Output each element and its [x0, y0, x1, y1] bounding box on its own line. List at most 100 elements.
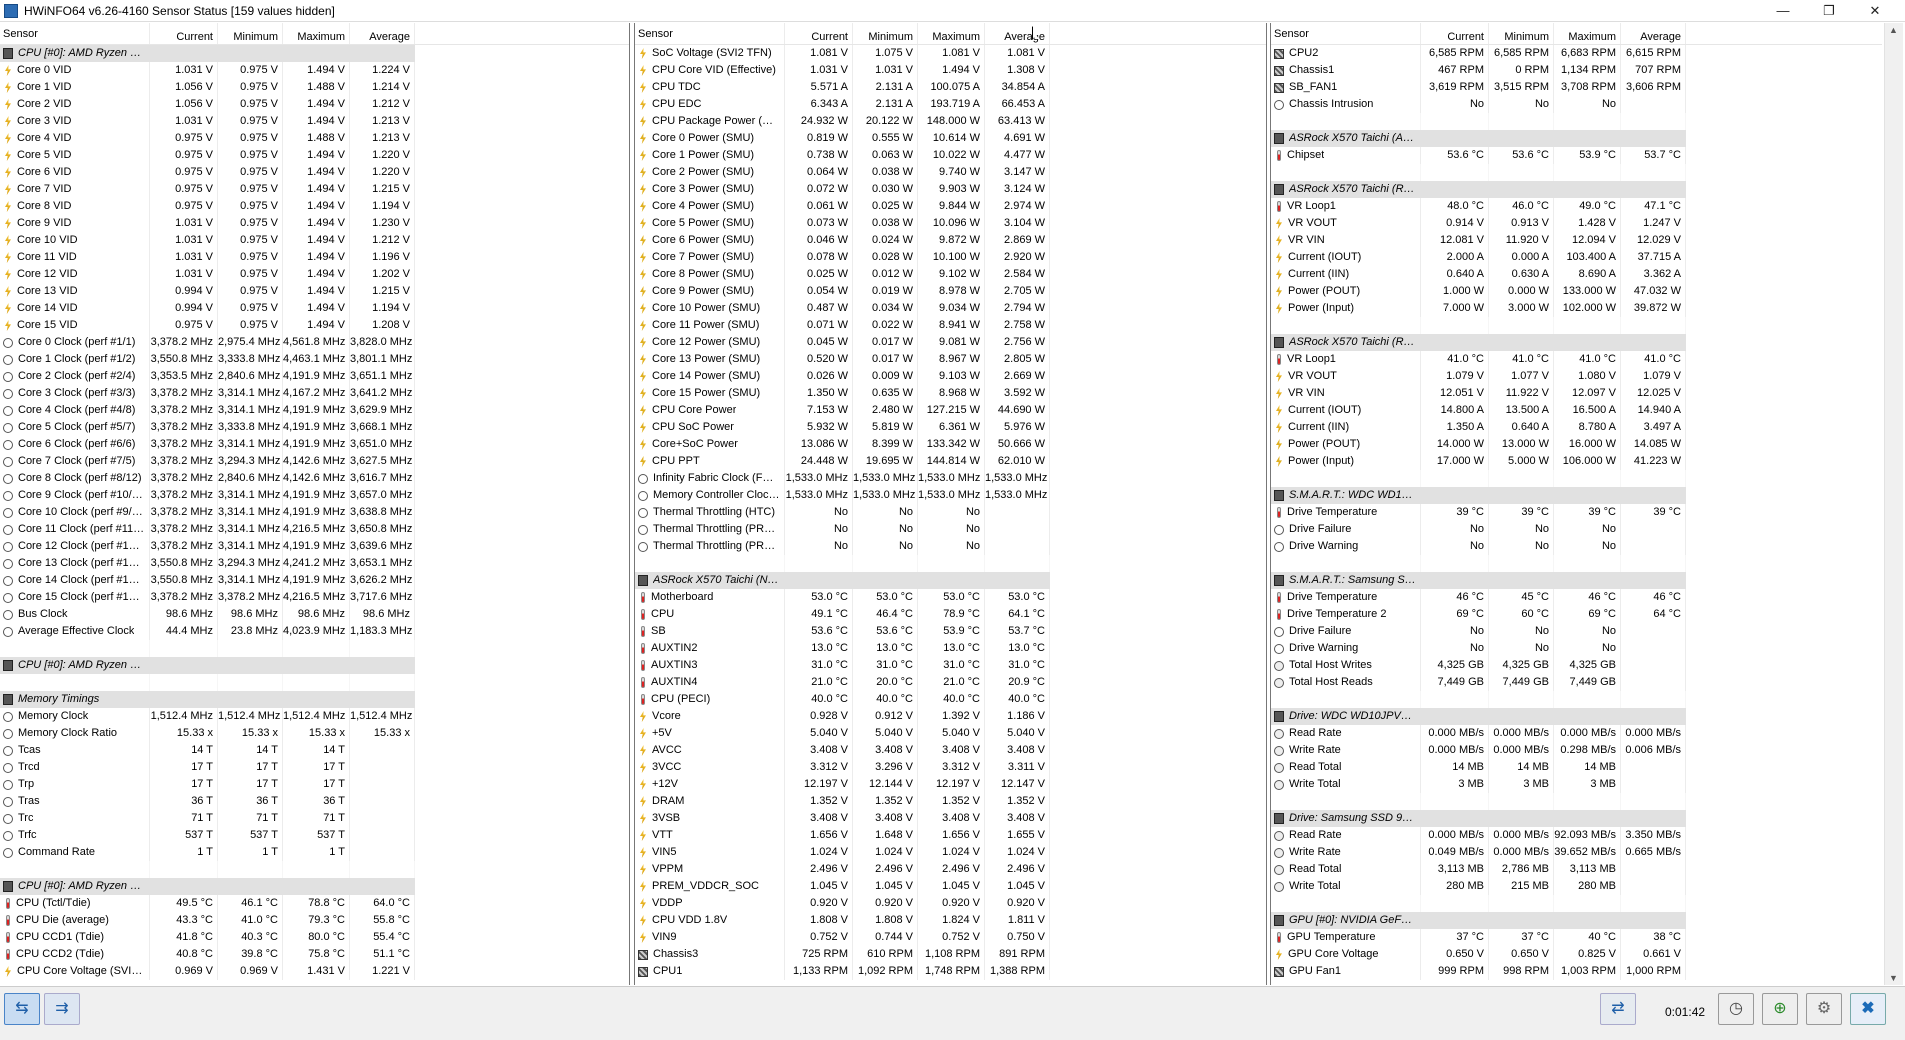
- sensor-row[interactable]: Core 2 Clock (perf #2/4) 3,353.5 MHz 2,840…: [0, 368, 629, 385]
- sensor-row[interactable]: GPU Fan1 999 RPM 998 RPM 1,003 RPM 1,000 RPM: [1271, 963, 1882, 980]
- sensor-row[interactable]: CPU Core Power 7.153 W 2.480 W 127.215 W 44.…: [635, 402, 1266, 419]
- sensor-row[interactable]: Current (IIN) 0.640 A 0.630 A 8.690 A 3.362 …: [1271, 266, 1882, 283]
- sensor-row[interactable]: Thermal Throttling (PROCHOT...NoNoNo: [635, 521, 1266, 538]
- column-header-sensor[interactable]: Sensor: [1271, 23, 1421, 44]
- sensor-row[interactable]: Core 7 Power (SMU) 0.078 W 0.028 W 10.100 W…: [635, 249, 1266, 266]
- sensor-group-header[interactable]: CPU [#0]: AMD Ryzen 9 3950...: [0, 878, 629, 895]
- sensor-row[interactable]: VR Loop1 41.0 °C 41.0 °C 41.0 °C 41.0 °C: [1271, 351, 1882, 368]
- sensor-row[interactable]: GPU Temperature 37 °C 37 °C 40 °C 38 °C: [1271, 929, 1882, 946]
- sensor-row[interactable]: CPU SoC Power 5.932 W 5.819 W 6.361 W 5.976 …: [635, 419, 1266, 436]
- sensor-row[interactable]: CPU TDC 5.571 A 2.131 A 100.075 A 34.854 A: [635, 79, 1266, 96]
- sensor-row[interactable]: SB_FAN1 3,619 RPM 3,515 RPM 3,708 RPM 3,606 …: [1271, 79, 1882, 96]
- sensor-row[interactable]: Core 15 Clock (perf #15/13) 3,378.2 MHz 3,…: [0, 589, 629, 606]
- sensor-row[interactable]: VR VOUT 1.079 V 1.077 V 1.080 V 1.079 V: [1271, 368, 1882, 385]
- sensor-row[interactable]: Core 7 VID 0.975 V 0.975 V 1.494 V 1.215 V: [0, 181, 629, 198]
- sensor-row[interactable]: Power (Input) 7.000 W 3.000 W 102.000 W 39.8…: [1271, 300, 1882, 317]
- sensor-row[interactable]: Core 10 Power (SMU) 0.487 W 0.034 W 9.034 W…: [635, 300, 1266, 317]
- sensor-row[interactable]: Core 14 Power (SMU) 0.026 W 0.009 W 9.103 W…: [635, 368, 1266, 385]
- sensor-row[interactable]: Core 13 Clock (perf #12/10) 3,550.8 MHz 3,…: [0, 555, 629, 572]
- sensor-row[interactable]: Core 4 Power (SMU) 0.061 W 0.025 W 9.844 W2…: [635, 198, 1266, 215]
- sensor-row[interactable]: Read Total 3,113 MB 2,786 MB 3,113 MB: [1271, 861, 1882, 878]
- sensor-row[interactable]: Core 11 Power (SMU) 0.071 W 0.022 W 8.941 W…: [635, 317, 1266, 334]
- sensor-row[interactable]: Chassis1 467 RPM 0 RPM 1,134 RPM 707 RPM: [1271, 62, 1882, 79]
- column-header-sensor[interactable]: Sensor: [0, 23, 150, 44]
- sensor-row[interactable]: Tras 36 T 36 T 36 T: [0, 793, 629, 810]
- sensor-row[interactable]: Core 11 VID 1.031 V 0.975 V 1.494 V 1.196 V: [0, 249, 629, 266]
- sensor-row[interactable]: Core 2 Power (SMU) 0.064 W 0.038 W 9.740 W3…: [635, 164, 1266, 181]
- sensor-row[interactable]: Bus Clock 98.6 MHz 98.6 MHz 98.6 MHz 98.6 MH…: [0, 606, 629, 623]
- sensor-row[interactable]: Chipset 53.6 °C 53.6 °C 53.9 °C 53.7 °C: [1271, 147, 1882, 164]
- sensor-row[interactable]: Core 14 Clock (perf #13/9) 3,550.8 MHz 3,3…: [0, 572, 629, 589]
- sensor-row[interactable]: Motherboard 53.0 °C 53.0 °C 53.0 °C 53.0 °C: [635, 589, 1266, 606]
- sensor-row[interactable]: Drive Failure No No No: [1271, 521, 1882, 538]
- network-sensors-button[interactable]: ⇄: [1600, 993, 1636, 1025]
- sensor-row[interactable]: CPU2 6,585 RPM 6,585 RPM 6,683 RPM 6,615 RPM: [1271, 45, 1882, 62]
- sensor-row[interactable]: Read Rate 0.000 MB/s 0.000 MB/s 0.000 MB/s 0…: [1271, 725, 1882, 742]
- sensor-row[interactable]: Core 0 Power (SMU) 0.819 W 0.555 W 10.614 W…: [635, 130, 1266, 147]
- sensor-row[interactable]: Thermal Throttling (PROCHOT...NoNoNo: [635, 538, 1266, 555]
- sensor-row[interactable]: Power (POUT) 14.000 W 13.000 W 16.000 W 14.0…: [1271, 436, 1882, 453]
- sensor-row[interactable]: Infinity Fabric Clock (FCLK) 1,533.0 MHz 1…: [635, 470, 1266, 487]
- sensor-row[interactable]: Power (POUT) 1.000 W 0.000 W 133.000 W 47.03…: [1271, 283, 1882, 300]
- sensor-row[interactable]: VR VOUT 0.914 V 0.913 V 1.428 V 1.247 V: [1271, 215, 1882, 232]
- sensor-row[interactable]: Drive Warning No No No: [1271, 538, 1882, 555]
- sensor-row[interactable]: SB 53.6 °C 53.6 °C 53.9 °C 53.7 °C: [635, 623, 1266, 640]
- sensor-row[interactable]: Core 10 Clock (perf #9/11) 3,378.2 MHz 3,3…: [0, 504, 629, 521]
- sensor-row[interactable]: AVCC 3.408 V 3.408 V 3.408 V 3.408 V: [635, 742, 1266, 759]
- sensor-row[interactable]: Command Rate 1 T1 T1 T: [0, 844, 629, 861]
- sensor-row[interactable]: DRAM 1.352 V 1.352 V 1.352 V 1.352 V: [635, 793, 1266, 810]
- sensor-row[interactable]: SoC Voltage (SVI2 TFN) 1.081 V 1.075 V 1.08…: [635, 45, 1266, 62]
- sensor-group-header[interactable]: Drive: WDC WD10JPVX-08JC3...: [1271, 708, 1882, 725]
- sensor-row[interactable]: Core 14 VID 0.994 V 0.975 V 1.494 V 1.194 V: [0, 300, 629, 317]
- settings-button[interactable]: ⚙: [1806, 993, 1842, 1025]
- sensor-row[interactable]: Core 5 Power (SMU) 0.073 W 0.038 W 10.096 W…: [635, 215, 1266, 232]
- sensor-row[interactable]: Core 11 Clock (perf #11/15) 3,378.2 MHz 3,…: [0, 521, 629, 538]
- sensor-row[interactable]: Read Total 14 MB 14 MB 14 MB: [1271, 759, 1882, 776]
- sensor-row[interactable]: VIN5 1.024 V 1.024 V 1.024 V 1.024 V: [635, 844, 1266, 861]
- reset-clock-button[interactable]: ◷: [1718, 993, 1754, 1025]
- sensor-row[interactable]: AUXTIN2 13.0 °C 13.0 °C 13.0 °C 13.0 °C: [635, 640, 1266, 657]
- sensor-row[interactable]: VTT 1.656 V 1.648 V 1.656 V 1.655 V: [635, 827, 1266, 844]
- sensor-row[interactable]: PREM_VDDCR_SOC 1.045 V 1.045 V 1.045 V 1.045…: [635, 878, 1266, 895]
- sensor-row[interactable]: Write Total 280 MB 215 MB 280 MB: [1271, 878, 1882, 895]
- sensor-row[interactable]: VDDP 0.920 V 0.920 V 0.920 V 0.920 V: [635, 895, 1266, 912]
- sensor-row[interactable]: Core 1 Clock (perf #1/2) 3,550.8 MHz 3,333…: [0, 351, 629, 368]
- sensor-row[interactable]: CPU VDD 1.8V 1.808 V 1.808 V 1.824 V 1.811 V: [635, 912, 1266, 929]
- sensor-row[interactable]: GPU Core Voltage 0.650 V 0.650 V 0.825 V 0.6…: [1271, 946, 1882, 963]
- sensor-row[interactable]: Drive Temperature 2 69 °C 60 °C 69 °C 64 °C: [1271, 606, 1882, 623]
- sensor-pane-3[interactable]: Sensor Current Minimum Maximum Average CPU2 6,…: [1270, 23, 1882, 985]
- sensor-row[interactable]: Tcas 14 T 14 T 14 T: [0, 742, 629, 759]
- sensor-row[interactable]: Core 15 Power (SMU) 1.350 W 0.635 W 8.968 W…: [635, 385, 1266, 402]
- sensor-row[interactable]: Core 8 Clock (perf #8/12) 3,378.2 MHz 2,84…: [0, 470, 629, 487]
- sensor-row[interactable]: CPU CCD1 (Tdie) 41.8 °C 40.3 °C 80.0 °C 55.4…: [0, 929, 629, 946]
- sensor-row[interactable]: 3VCC 3.312 V 3.296 V 3.312 V 3.311 V: [635, 759, 1266, 776]
- sensor-row[interactable]: Core 12 Power (SMU) 0.045 W 0.017 W 9.081 W…: [635, 334, 1266, 351]
- sensor-row[interactable]: CPU CCD2 (Tdie) 40.8 °C 39.8 °C 75.8 °C 51.1…: [0, 946, 629, 963]
- sensor-row[interactable]: Core 3 Clock (perf #3/3) 3,378.2 MHz 3,314…: [0, 385, 629, 402]
- close-sensors-button[interactable]: ✖: [1850, 993, 1886, 1025]
- sensor-row[interactable]: Write Rate 0.049 MB/s 0.000 MB/s 39.652 MB/…: [1271, 844, 1882, 861]
- sensor-group-header[interactable]: GPU [#0]: NVIDIA GeForce G...: [1271, 912, 1882, 929]
- vertical-scrollbar[interactable]: ▲ ▼: [1884, 23, 1903, 985]
- sensor-row[interactable]: Memory Clock Ratio 15.33 x 15.33 x 15.33 x1…: [0, 725, 629, 742]
- column-header-minimum[interactable]: Minimum: [1489, 23, 1554, 44]
- sensor-row[interactable]: Core 6 Clock (perf #6/6) 3,378.2 MHz 3,314…: [0, 436, 629, 453]
- sensor-group-header[interactable]: ASRock X570 Taichi (Renesas ...: [1271, 181, 1882, 198]
- column-header-current[interactable]: Current: [785, 23, 853, 44]
- sensor-row[interactable]: Core 13 Power (SMU) 0.520 W 0.017 W 8.967 W…: [635, 351, 1266, 368]
- sensor-row[interactable]: Core+SoC Power 13.086 W 8.399 W 133.342 W 50…: [635, 436, 1266, 453]
- sensor-group-header[interactable]: S.M.A.R.T.: Samsung SSD 97...: [1271, 572, 1882, 589]
- scroll-down-arrow-icon[interactable]: ▼: [1889, 973, 1898, 983]
- sensor-row[interactable]: Core 9 Power (SMU) 0.054 W 0.019 W 8.978 W2…: [635, 283, 1266, 300]
- sensor-row[interactable]: Drive Failure No No No: [1271, 623, 1882, 640]
- sensor-row[interactable]: CPU (PECI) 40.0 °C 40.0 °C 40.0 °C 40.0 °C: [635, 691, 1266, 708]
- sensor-row[interactable]: Core 3 VID 1.031 V 0.975 V 1.494 V 1.213 V: [0, 113, 629, 130]
- expand-panes-button[interactable]: ⇉: [44, 993, 80, 1025]
- sensor-row[interactable]: CPU Die (average) 43.3 °C 41.0 °C 79.3 °C 55…: [0, 912, 629, 929]
- sensor-row[interactable]: CPU PPT 24.448 W 19.695 W 144.814 W 62.010 W: [635, 453, 1266, 470]
- sensor-row[interactable]: Trc 71 T 71 T 71 T: [0, 810, 629, 827]
- sensor-row[interactable]: Write Total 3 MB 3 MB 3 MB: [1271, 776, 1882, 793]
- column-header-maximum[interactable]: Maximum: [918, 23, 985, 44]
- column-header-average[interactable]: Average: [350, 23, 415, 44]
- sensor-row[interactable]: Core 0 VID 1.031 V 0.975 V 1.494 V 1.224 V: [0, 62, 629, 79]
